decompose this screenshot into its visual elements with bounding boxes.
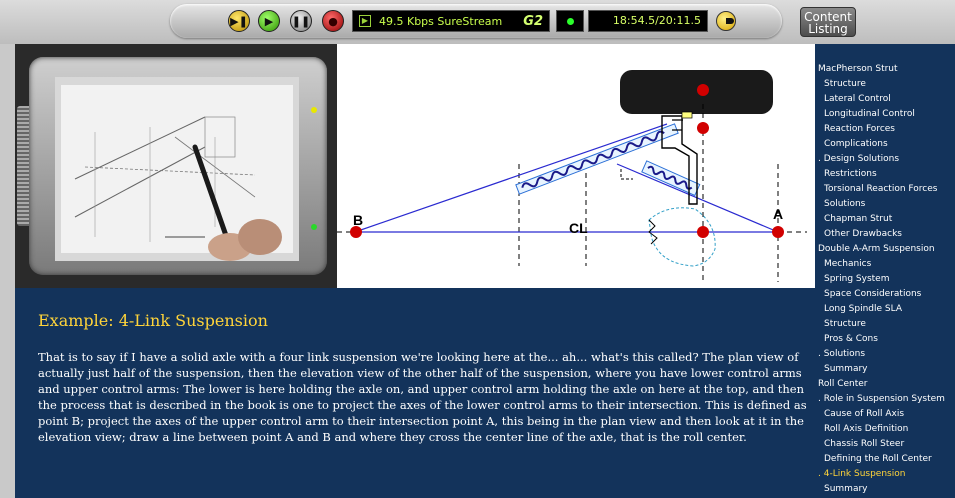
- point-a-marker: [772, 226, 784, 238]
- sidebar-item[interactable]: Summary: [815, 482, 955, 497]
- sidebar-item[interactable]: Long Spindle SLA: [815, 302, 955, 317]
- status-led-icon: [311, 224, 317, 230]
- sidebar-item[interactable]: Pros & Cons: [815, 332, 955, 347]
- sidebar-item[interactable]: Complications: [815, 137, 955, 152]
- tire-shape: [620, 70, 773, 114]
- sidebar-item[interactable]: Structure: [815, 77, 955, 92]
- sidebar-item[interactable]: Mechanics: [815, 257, 955, 272]
- time-display: 18:54.5/20:11.5: [588, 10, 708, 32]
- roll-center-point: [697, 226, 709, 238]
- stop-icon: ●: [328, 14, 338, 28]
- upper-pivot-point: [697, 122, 709, 134]
- sidebar-item[interactable]: Reaction Forces: [815, 122, 955, 137]
- sidebar-list: MacPherson Strut Structure Lateral Control…: [815, 62, 955, 497]
- video-panel: [15, 44, 337, 288]
- player-toolbar: ▶❚ ▶ ❚❚ ● ▶ 49.5 Kbps SureStream G2 18:5…: [0, 0, 955, 44]
- sidebar-item[interactable]: . Design Solutions: [815, 152, 955, 167]
- centerline-label: CL: [569, 220, 588, 236]
- bitrate-text: 49.5 Kbps SureStream: [379, 15, 503, 28]
- signal-indicator: [556, 10, 584, 32]
- pacman-logo-icon: [726, 18, 734, 24]
- pause-icon: ❚❚: [291, 14, 311, 28]
- sidebar-item[interactable]: Structure: [815, 317, 955, 332]
- content-listing-button[interactable]: Content Listing: [800, 7, 856, 37]
- sidebar-item[interactable]: . Role in Suspension System: [815, 392, 955, 407]
- codec-logo: G2: [523, 14, 543, 29]
- status-led-icon: [311, 107, 317, 113]
- sidebar-item[interactable]: Chassis Roll Steer: [815, 437, 955, 452]
- sidebar-item[interactable]: Chapman Strut: [815, 212, 955, 227]
- transcript-title: Example: 4-Link Suspension: [38, 311, 268, 330]
- media-player-controls: ▶❚ ▶ ❚❚ ● ▶ 49.5 Kbps SureStream G2 18:5…: [170, 4, 782, 38]
- player-logo-button[interactable]: [716, 11, 736, 31]
- sidebar-item[interactable]: . Solutions: [815, 347, 955, 362]
- sidebar-item[interactable]: . 4-Link Suspension: [815, 467, 955, 482]
- lower-control-arm: [515, 123, 679, 195]
- transcript-body: That is to say if I have a solid axle wi…: [38, 350, 807, 444]
- sidebar-item[interactable]: Longitudinal Control: [815, 107, 955, 122]
- play-icon: ▶: [264, 14, 274, 28]
- upright-mount: [681, 111, 693, 119]
- signal-led-icon: [567, 18, 574, 25]
- sidebar-item[interactable]: Roll Center: [815, 377, 955, 392]
- sidebar-item[interactable]: Defining the Roll Center: [815, 452, 955, 467]
- sidebar-item[interactable]: Space Considerations: [815, 287, 955, 302]
- sidebar-item[interactable]: Restrictions: [815, 167, 955, 182]
- play-button[interactable]: ▶: [258, 10, 280, 32]
- stream-status-icon: ▶: [359, 15, 371, 27]
- sidebar-item[interactable]: Summary: [815, 362, 955, 377]
- stop-button[interactable]: ●: [322, 10, 344, 32]
- sidebar-item[interactable]: Solutions: [815, 197, 955, 212]
- point-b-label: B: [353, 212, 363, 228]
- wheel-center-point: [697, 84, 709, 96]
- sidebar-item[interactable]: Other Drawbacks: [815, 227, 955, 242]
- content-listing-label-2: Listing: [808, 22, 848, 36]
- pause-button[interactable]: ❚❚: [290, 10, 312, 32]
- transcript-panel: Example: 4-Link Suspension That is to sa…: [15, 288, 815, 498]
- play-pause-icon: ▶❚: [230, 14, 248, 28]
- play-pause-button[interactable]: ▶❚: [228, 10, 250, 32]
- bitrate-display: ▶ 49.5 Kbps SureStream G2: [352, 10, 550, 32]
- content-sidebar: MacPherson Strut Structure Lateral Control…: [815, 44, 955, 498]
- sidebar-item[interactable]: Torsional Reaction Forces: [815, 182, 955, 197]
- lecture-video-frame: [55, 77, 299, 261]
- media-area: B A CL: [15, 44, 815, 288]
- video-screen[interactable]: [55, 77, 299, 261]
- sidebar-item[interactable]: Lateral Control: [815, 92, 955, 107]
- sidebar-item[interactable]: MacPherson Strut: [815, 62, 955, 77]
- roll-center-diagram: B A CL: [337, 44, 815, 288]
- sidebar-item[interactable]: Double A-Arm Suspension: [815, 242, 955, 257]
- sidebar-item[interactable]: Spring System: [815, 272, 955, 287]
- sidebar-item[interactable]: Cause of Roll Axis: [815, 407, 955, 422]
- lower-arm-axis-line: [354, 123, 668, 233]
- roll-center-diagram-svg: B A CL: [337, 70, 807, 282]
- sidebar-item[interactable]: Roll Axis Definition: [815, 422, 955, 437]
- point-a-label: A: [773, 206, 783, 222]
